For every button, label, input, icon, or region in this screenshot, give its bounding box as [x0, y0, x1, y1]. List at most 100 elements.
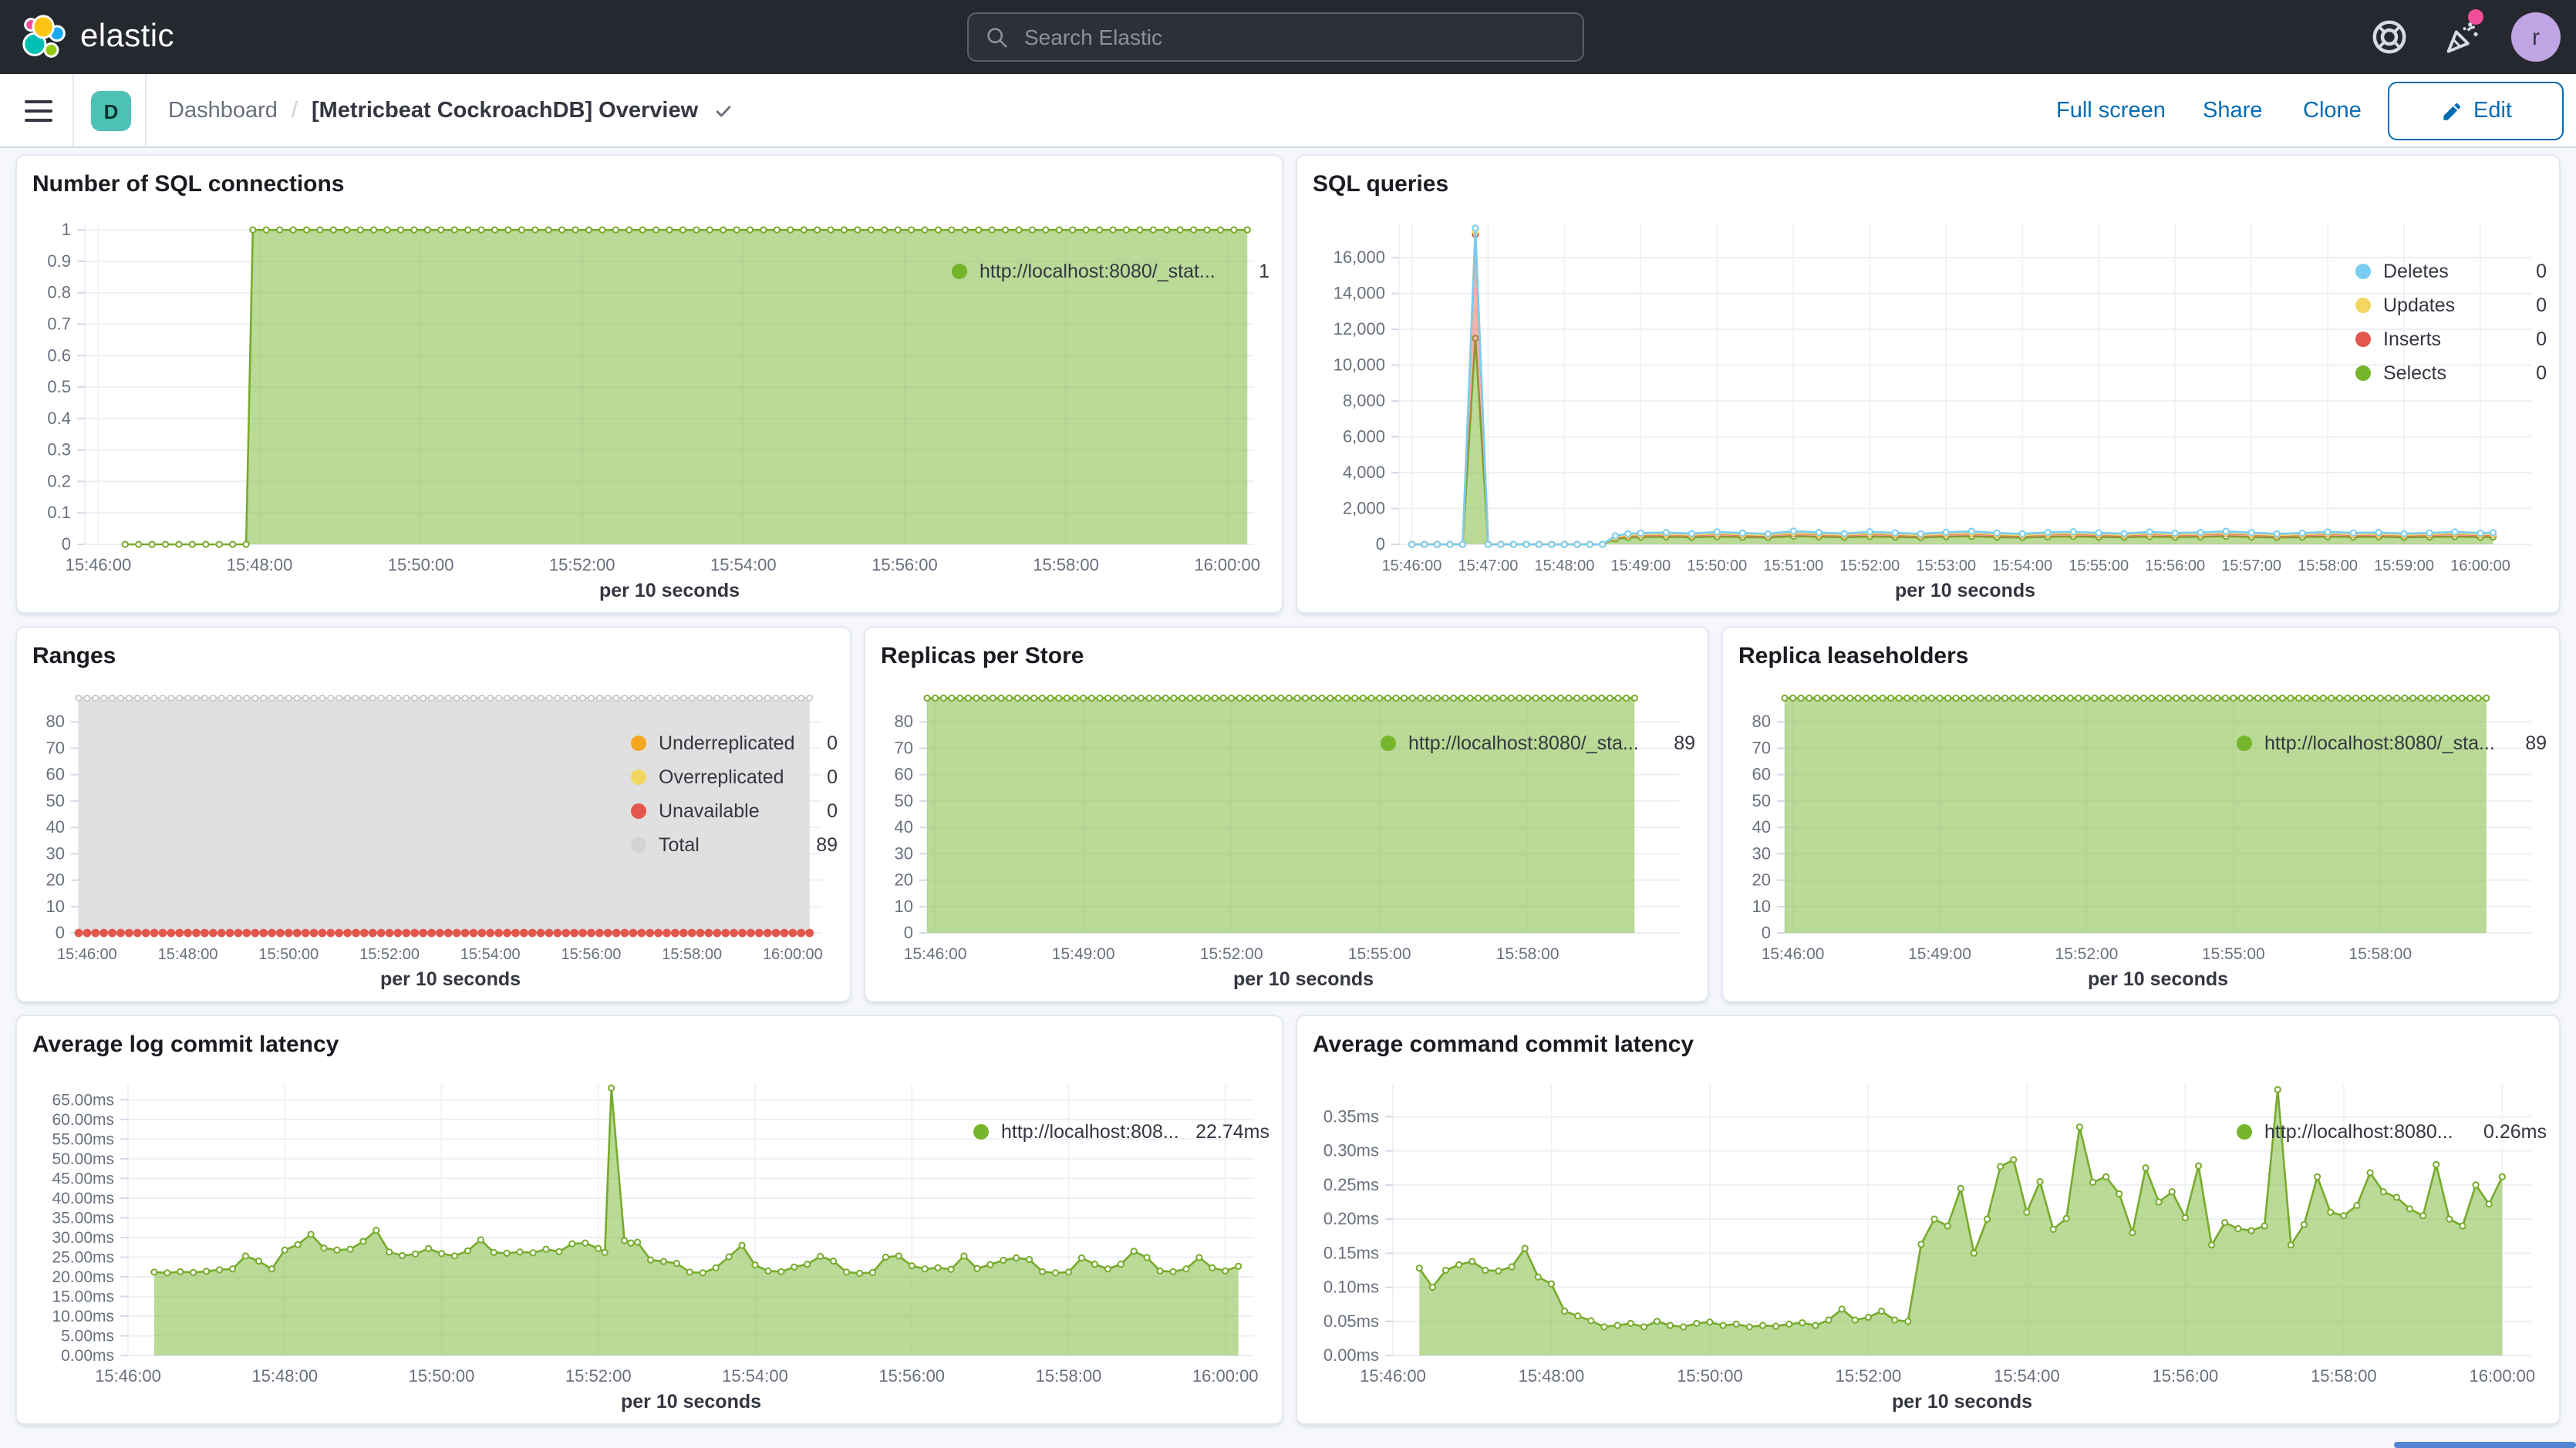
- svg-text:per 10 seconds: per 10 seconds: [599, 580, 740, 601]
- title-check-icon[interactable]: [712, 100, 733, 122]
- svg-text:15:52:00: 15:52:00: [2055, 945, 2119, 963]
- legend-swatch-icon: [2355, 365, 2371, 381]
- svg-text:per 10 seconds: per 10 seconds: [621, 1391, 761, 1413]
- legend-swatch-icon: [2355, 298, 2371, 313]
- legend-item[interactable]: http://localhost:8080/_sta...89: [2230, 726, 2547, 760]
- svg-text:60.00ms: 60.00ms: [52, 1111, 114, 1129]
- legend-item[interactable]: Overreplicated0: [625, 760, 838, 794]
- svg-text:15:48:00: 15:48:00: [227, 555, 293, 574]
- svg-text:80: 80: [895, 712, 913, 731]
- svg-text:15:52:00: 15:52:00: [1200, 945, 1263, 963]
- legend-item[interactable]: http://localhost:808...22.74ms: [967, 1115, 1269, 1149]
- user-avatar[interactable]: r: [2511, 12, 2561, 62]
- pencil-icon: [2439, 99, 2463, 123]
- legend-item[interactable]: http://localhost:8080/_stat...1: [946, 254, 1269, 288]
- breadcrumb-dashboard[interactable]: Dashboard: [168, 99, 278, 123]
- fullscreen-button[interactable]: Full screen: [2056, 74, 2166, 148]
- legend-item[interactable]: Underreplicated0: [625, 726, 838, 760]
- chart-number-of-sql-connections: 00.10.20.30.40.50.60.70.80.9115:46:0015:…: [29, 211, 946, 606]
- panel-title[interactable]: Replicas per Store: [881, 643, 1695, 674]
- legend-label: Inserts: [2383, 328, 2441, 350]
- svg-text:6,000: 6,000: [1343, 427, 1385, 446]
- svg-text:10: 10: [895, 897, 913, 916]
- svg-text:per 10 seconds: per 10 seconds: [380, 968, 521, 990]
- notification-dot: [2468, 9, 2483, 25]
- legend-item[interactable]: http://localhost:8080/_sta...89: [1374, 726, 1695, 760]
- svg-text:40: 40: [46, 817, 65, 837]
- svg-text:30: 30: [895, 844, 913, 863]
- svg-text:per 10 seconds: per 10 seconds: [1892, 1391, 2032, 1413]
- svg-text:15:47:00: 15:47:00: [1458, 557, 1519, 574]
- svg-text:per 10 seconds: per 10 seconds: [1233, 968, 1374, 990]
- svg-text:0.8: 0.8: [47, 283, 71, 302]
- panel-title[interactable]: Ranges: [32, 643, 838, 674]
- svg-text:0.35ms: 0.35ms: [1323, 1106, 1379, 1126]
- svg-text:8,000: 8,000: [1343, 391, 1385, 410]
- share-button[interactable]: Share: [2203, 74, 2262, 148]
- legend-item[interactable]: Updates0: [2349, 288, 2547, 322]
- horizontal-scrollbar-thumb[interactable]: [2394, 1442, 2576, 1448]
- menu-icon[interactable]: [25, 100, 52, 122]
- legend-value: 0: [811, 800, 838, 822]
- svg-text:15:50:00: 15:50:00: [258, 946, 319, 963]
- panel-title[interactable]: Replica leaseholders: [1738, 643, 2547, 674]
- legend-value: 0: [2520, 362, 2547, 384]
- panel-average-command-commit-latency: Average command commit latency 0.00ms0.0…: [1296, 1015, 2561, 1425]
- page-title[interactable]: [Metricbeat CockroachDB] Overview: [312, 99, 698, 123]
- svg-text:15:46:00: 15:46:00: [1360, 1366, 1426, 1386]
- legend-swatch-icon: [2355, 264, 2371, 279]
- legend-label: http://localhost:8080/_sta...: [1408, 732, 1639, 754]
- search-input[interactable]: [1021, 23, 1566, 51]
- toolbar-divider: [145, 74, 147, 146]
- svg-text:20: 20: [46, 870, 65, 890]
- global-search[interactable]: [967, 12, 1584, 62]
- app-badge-letter: D: [104, 99, 119, 123]
- help-icon[interactable]: [2371, 19, 2408, 56]
- search-icon: [986, 25, 1009, 49]
- legend-item[interactable]: Total89: [625, 828, 838, 862]
- legend-value: 0: [811, 732, 838, 754]
- svg-text:0.25ms: 0.25ms: [1323, 1175, 1379, 1194]
- legend-label: Unavailable: [659, 800, 760, 822]
- legend-value: 0.26ms: [2468, 1121, 2547, 1143]
- edit-button[interactable]: Edit: [2388, 82, 2564, 140]
- svg-text:15:48:00: 15:48:00: [1534, 557, 1594, 574]
- svg-text:35.00ms: 35.00ms: [52, 1209, 114, 1227]
- svg-text:0: 0: [1762, 923, 1771, 942]
- legend-label: http://localhost:8080...: [2264, 1121, 2453, 1143]
- svg-text:15:51:00: 15:51:00: [1763, 557, 1823, 574]
- dashboard-grid: Number of SQL connections 00.10.20.30.40…: [0, 148, 2576, 1448]
- svg-text:10,000: 10,000: [1334, 355, 1385, 375]
- clone-button[interactable]: Clone: [2303, 74, 2362, 148]
- svg-text:15:54:00: 15:54:00: [1994, 1366, 2060, 1386]
- panel-title[interactable]: Number of SQL connections: [32, 171, 1269, 202]
- svg-text:0.1: 0.1: [47, 503, 71, 522]
- legend-item[interactable]: Unavailable 0: [625, 794, 838, 828]
- edit-button-label: Edit: [2473, 99, 2512, 123]
- chart-average-log-commit-latency: 0.00ms5.00ms10.00ms15.00ms20.00ms25.00ms…: [29, 1072, 967, 1417]
- legend-label: http://localhost:808...: [1001, 1121, 1179, 1143]
- svg-text:80: 80: [1752, 712, 1771, 731]
- svg-text:15:54:00: 15:54:00: [460, 946, 521, 963]
- legend-item[interactable]: http://localhost:8080... 0.26ms: [2230, 1115, 2547, 1149]
- elastic-logo-icon[interactable]: [22, 14, 68, 60]
- svg-text:15:50:00: 15:50:00: [388, 555, 454, 574]
- panel-title[interactable]: Average log commit latency: [32, 1032, 1269, 1062]
- legend-swatch-icon: [631, 769, 646, 785]
- legend-swatch-icon: [952, 264, 967, 279]
- legend-value: 0: [811, 766, 838, 788]
- legend-item[interactable]: Inserts0: [2349, 322, 2547, 356]
- chart-legend: Underreplicated0Overreplicated0Unavailab…: [625, 683, 838, 995]
- legend-item[interactable]: Selects0: [2349, 356, 2547, 390]
- svg-text:0.5: 0.5: [47, 377, 71, 396]
- panel-title[interactable]: Average command commit latency: [1313, 1032, 2547, 1062]
- legend-item[interactable]: Deletes0: [2349, 254, 2547, 288]
- chart-sql-queries: 02,0004,0006,0008,00010,00012,00014,0001…: [1310, 211, 2349, 606]
- svg-text:16,000: 16,000: [1334, 248, 1385, 267]
- svg-text:5.00ms: 5.00ms: [61, 1327, 114, 1345]
- svg-text:0.2: 0.2: [47, 471, 71, 490]
- panel-sql-queries: SQL queries 02,0004,0006,0008,00010,0001…: [1296, 154, 2561, 614]
- legend-label: http://localhost:8080/_sta...: [2264, 732, 2495, 754]
- svg-text:15:46:00: 15:46:00: [66, 555, 132, 574]
- panel-title[interactable]: SQL queries: [1313, 171, 2547, 202]
